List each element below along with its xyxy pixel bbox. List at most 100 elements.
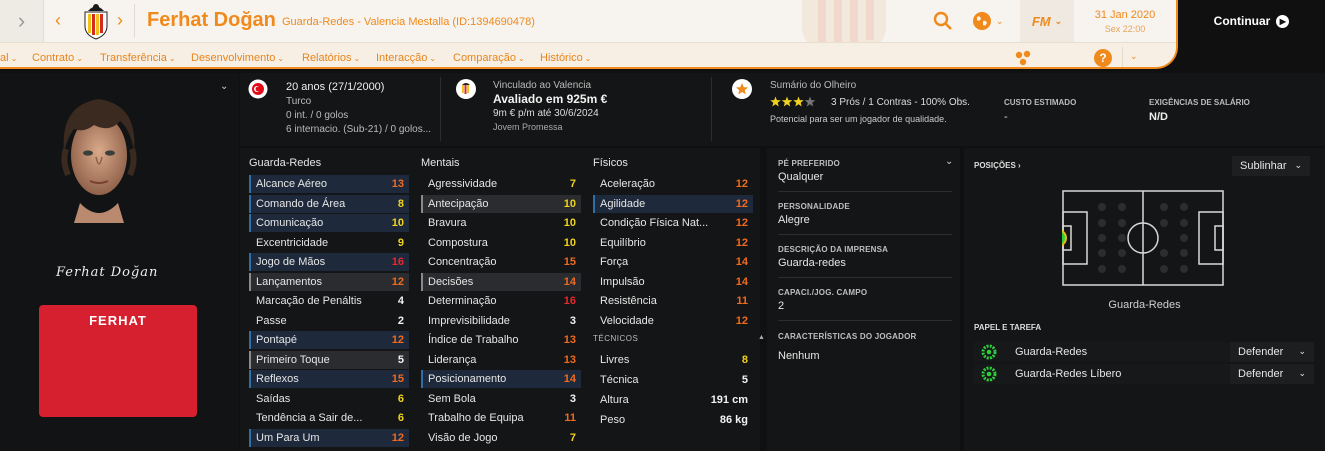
next-player-button[interactable]: › [117,10,123,31]
personality-value: Alegre [778,214,810,226]
star-badge-icon[interactable] [732,79,752,99]
chevron-down-icon: ⌄ [584,54,592,63]
attribute-name: Primeiro Toque [256,353,330,366]
chevron-down-icon[interactable]: ⌄ [945,156,953,167]
attribute-name: Agilidade [600,197,646,210]
attribute-row[interactable]: Sem Bola 3 [421,390,581,408]
attribute-row[interactable]: Técnica 5 [593,371,753,389]
duty-dropdown[interactable]: Defender ⌄ [1230,364,1314,384]
attribute-row[interactable]: Trabalho de Equipa 11 [421,409,581,427]
attribute-row[interactable]: Excentricidade 9 [249,234,409,252]
attribute-row[interactable]: Imprevisibilidade 3 [421,312,581,330]
attribute-row[interactable]: Jogo de Mãos 16 [249,253,409,271]
back-button[interactable]: › [0,0,44,42]
attribute-name: Decisões [428,275,474,288]
attribute-name: Um Para Um [256,431,320,444]
attribute-row[interactable]: Resistência 11 [593,292,753,310]
attribute-row[interactable]: Decisões 14 [421,272,581,291]
attribute-row[interactable]: Tendência a Sair de... 6 [249,409,409,427]
attribute-row[interactable]: Peso 86 kg [593,411,753,429]
attribute-row[interactable]: Primeiro Toque 5 [249,350,409,369]
youth-caps-text: 6 internacio. (Sub-21) / 0 golos... [286,124,432,135]
tab-reports[interactable]: Relatórios ⌄ [302,52,360,64]
club-badge-icon[interactable] [456,79,476,99]
goalkeeper-position-marker [1062,229,1067,247]
attribute-row[interactable]: Determinação 16 [421,292,581,310]
previous-player-button[interactable]: ‹ [55,10,61,31]
ability-value: 2 [778,300,785,312]
attribute-name: Sem Bola [428,392,476,405]
attribute-row[interactable]: Agilidade 12 [593,194,753,213]
help-icon[interactable]: ? [1094,49,1112,67]
role-row[interactable]: Guarda-Redes Defender ⌄ [974,342,1314,362]
globe-menu-button[interactable]: ⌄ [972,9,1012,33]
attribute-row[interactable]: Velocidade 12 [593,312,753,330]
tab-contract[interactable]: Contrato ⌄ [32,52,83,64]
fm-menu-button[interactable]: FM ⌄ [1020,0,1074,42]
attribute-value: 10 [391,217,404,229]
chevron-down-icon[interactable]: ⌄ [220,81,228,92]
tab-general[interactable]: al ⌄ [0,52,17,64]
attribute-row[interactable]: Agressividade 7 [421,175,581,193]
attribute-value: 12 [735,217,748,229]
cost-label: CUSTO ESTIMADO [1004,98,1077,107]
attribute-row[interactable]: Posicionamento 14 [421,370,581,388]
collapse-triangle-icon[interactable]: ▲ [758,334,765,341]
tab-development[interactable]: Desenvolvimento ⌄ [191,52,284,64]
attribute-row[interactable]: Visão de Jogo 7 [421,429,581,447]
attribute-name: Altura [600,394,629,406]
turkey-flag-icon[interactable] [248,79,268,99]
attribute-row[interactable]: Bravura 10 [421,214,581,232]
duty-label: Defender [1238,368,1284,380]
player-name: Ferhat Doğan [147,9,276,31]
divider [711,77,712,141]
attribute-value: 5 [397,353,404,366]
chevron-down-icon[interactable]: ⌄ [1130,51,1138,62]
search-icon[interactable] [932,10,954,32]
tab-interaction[interactable]: Interacção ⌄ [376,52,436,64]
personality-label: PERSONALIDADE [778,202,850,211]
attribute-value: 12 [735,314,748,327]
attribute-row[interactable]: Reflexos 15 [249,370,409,388]
attribute-row[interactable]: Força 14 [593,253,753,271]
press-description-value: Guarda-redes [778,257,846,269]
attribute-value: 9 [397,236,404,249]
player-subtitle[interactable]: Guarda-Redes - Valencia Mestalla (ID:139… [282,16,535,28]
attribute-row[interactable]: Livres 8 [593,351,753,369]
share-icon[interactable] [1014,49,1032,67]
attribute-row[interactable]: Altura 191 cm [593,391,753,409]
attribute-name: Tendência a Sair de... [256,412,363,424]
attribute-row[interactable]: Liderança 13 [421,351,581,369]
duty-dropdown[interactable]: Defender ⌄ [1230,342,1314,362]
attribute-row[interactable]: Aceleração 12 [593,175,753,193]
attribute-row[interactable]: Alcance Aéreo 13 [249,175,409,193]
attribute-row[interactable]: Equilíbrio 12 [593,234,753,252]
tab-history[interactable]: Histórico ⌄ [540,52,592,64]
attribute-row[interactable]: Compostura 10 [421,234,581,252]
attribute-row[interactable]: Lançamentos 12 [249,272,409,291]
attribute-row[interactable]: Impulsão 14 [593,273,753,291]
tab-comparison[interactable]: Comparação ⌄ [453,52,525,64]
attribute-row[interactable]: Saídas 6 [249,390,409,408]
role-row[interactable]: Guarda-Redes Líbero Defender ⌄ [974,364,1314,384]
attribute-value: 12 [391,431,404,444]
attribute-row[interactable]: Índice de Trabalho 13 [421,331,581,349]
attribute-row[interactable]: Concentração 15 [421,253,581,271]
attribute-row[interactable]: Um Para Um 12 [249,428,409,447]
attribute-row[interactable]: Comando de Área 8 [249,194,409,213]
tab-transfer[interactable]: Transferência ⌄ [100,52,176,64]
attribute-row[interactable]: Condição Física Nat... 12 [593,214,753,232]
continue-button[interactable]: Continuar ▶ [1178,0,1325,42]
attribute-row[interactable]: Comunicação 10 [249,214,409,232]
highlight-dropdown[interactable]: Sublinhar ⌄ [1232,156,1310,176]
attribute-row[interactable]: Antecipação 10 [421,194,581,213]
positions-link[interactable]: POSIÇÕES › [974,161,1021,170]
attribute-row[interactable]: Marcação de Penáltis 4 [249,292,409,310]
club-badge-icon[interactable] [79,2,113,40]
player-traits-value: Nenhum [778,350,820,362]
attribute-row[interactable]: Passe 2 [249,312,409,330]
game-date[interactable]: 31 Jan 2020 Sex 22:00 [1082,9,1168,34]
attribute-name: Compostura [428,236,488,249]
nationality-text[interactable]: Turco [286,96,311,107]
attribute-row[interactable]: Pontapé 12 [249,331,409,349]
